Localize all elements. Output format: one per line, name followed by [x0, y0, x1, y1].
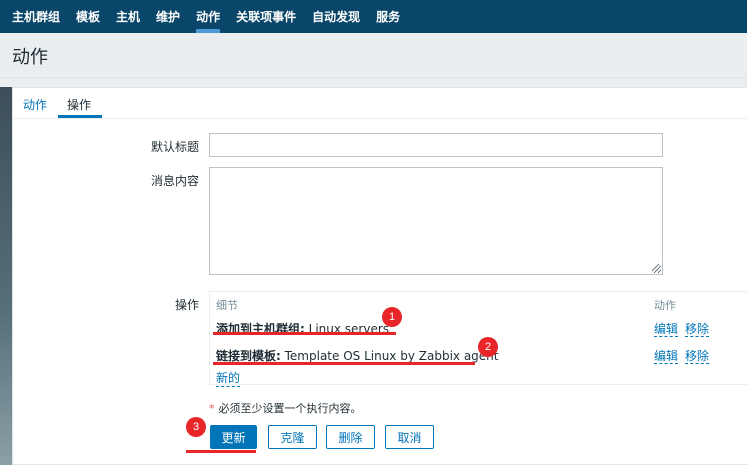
nav-item-discovery[interactable]: 自动发现	[304, 0, 368, 33]
default-subject-label: 默认标题	[150, 140, 199, 154]
message-label: 消息内容	[150, 174, 199, 188]
window-left-edge	[0, 87, 12, 465]
operation-target: Template OS Linux by Zabbix agent	[280, 349, 499, 363]
nav-item-services[interactable]: 服务	[368, 0, 408, 33]
nav-item-event-correlation[interactable]: 关联项事件	[228, 0, 304, 33]
edit-operation-link[interactable]: 编辑	[654, 322, 679, 337]
annotation-underline-2	[213, 362, 475, 365]
tab-bar: 动作 操作	[13, 88, 747, 119]
update-button[interactable]: 更新	[210, 425, 257, 449]
operation-type: 链接到模板:	[216, 349, 281, 363]
nav-item-host-groups[interactable]: 主机群组	[4, 0, 68, 33]
action-form-panel: 动作 操作 默认标题 消息内容 操作 细节 动作 添加到主机群组: Linux …	[12, 87, 747, 465]
cancel-button[interactable]: 取消	[385, 425, 434, 449]
annotation-underline-3	[186, 450, 256, 453]
required-note: * 必须至少设置一个执行内容。	[209, 400, 362, 416]
tab-action[interactable]: 动作	[23, 96, 47, 113]
new-operation-link[interactable]: 新的	[216, 369, 241, 387]
operations-header-detail: 细节	[216, 299, 238, 312]
default-subject-input[interactable]	[209, 133, 663, 157]
required-asterisk: *	[209, 402, 215, 415]
delete-button[interactable]: 删除	[326, 425, 375, 449]
nav-item-maintenance[interactable]: 维护	[148, 0, 188, 33]
nav-item-templates[interactable]: 模板	[68, 0, 108, 33]
remove-operation-link[interactable]: 移除	[685, 349, 710, 364]
operations-header-action: 动作	[654, 299, 676, 312]
operation-row-actions: 编辑 移除	[654, 320, 710, 337]
tab-operations[interactable]: 操作	[67, 96, 91, 113]
clone-button[interactable]: 克隆	[268, 425, 317, 449]
annotation-underline-1	[213, 332, 396, 335]
page-title: 动作	[12, 47, 48, 68]
top-navigation: 主机群组 模板 主机 维护 动作 关联项事件 自动发现 服务	[0, 0, 747, 33]
message-textarea[interactable]	[209, 167, 663, 275]
remove-operation-link[interactable]: 移除	[685, 322, 710, 337]
annotation-badge-1: 1	[382, 307, 402, 327]
operations-table: 细节 动作 添加到主机群组: Linux servers 编辑 移除 链接到模板:…	[209, 291, 747, 387]
edit-operation-link[interactable]: 编辑	[654, 349, 679, 364]
active-tab-indicator	[58, 115, 102, 118]
nav-item-actions[interactable]: 动作	[188, 0, 228, 33]
operation-row-actions: 编辑 移除	[654, 347, 710, 364]
operations-label: 操作	[174, 298, 199, 312]
required-note-text: 必须至少设置一个执行内容。	[218, 402, 362, 415]
annotation-badge-2: 2	[478, 337, 498, 357]
annotation-badge-3: 3	[186, 417, 206, 437]
page-header: 动作	[0, 33, 747, 78]
nav-item-hosts[interactable]: 主机	[108, 0, 148, 33]
